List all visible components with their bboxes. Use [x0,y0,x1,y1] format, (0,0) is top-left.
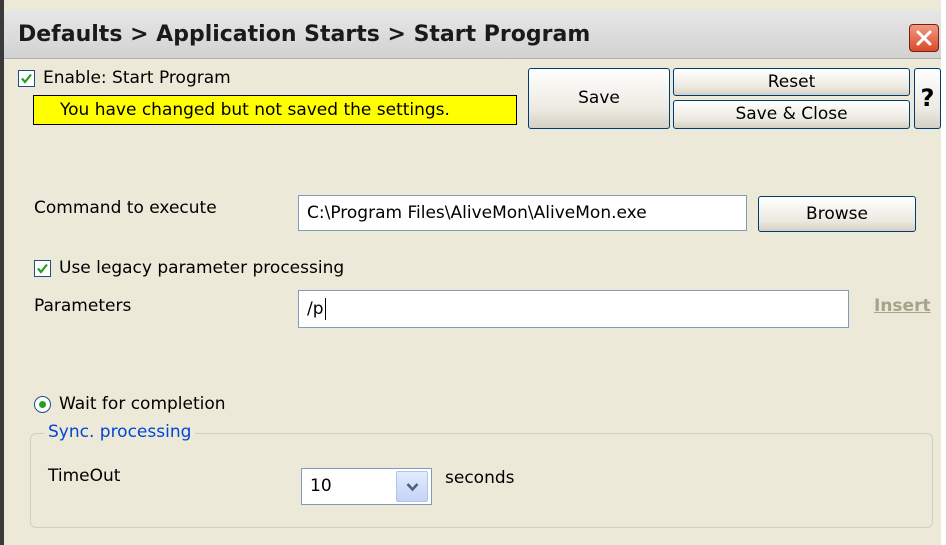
reset-button[interactable]: Reset [673,68,910,96]
chevron-down-icon [406,483,419,492]
timeout-value: 10 [310,476,332,496]
parameters-label: Parameters [34,296,132,316]
insert-link[interactable]: Insert [874,296,931,316]
wait-label: Wait for completion [59,394,226,414]
window-left-border [0,0,4,545]
parameters-input[interactable]: /p [298,290,849,328]
window-title: Defaults > Application Starts > Start Pr… [18,22,591,47]
close-icon [916,30,932,46]
wait-for-completion-option[interactable]: Wait for completion [34,392,226,416]
timeout-select[interactable]: 10 [301,468,432,505]
parameters-value: /p [307,299,324,319]
browse-button[interactable]: Browse [758,196,916,232]
window-right-edge [941,0,946,545]
sync-processing-legend: Sync. processing [44,422,196,442]
wait-radio[interactable] [34,395,51,413]
save-button[interactable]: Save [528,68,670,129]
save-close-button[interactable]: Save & Close [673,100,910,129]
help-button[interactable]: ? [914,68,941,129]
check-icon [37,263,48,274]
seconds-label: seconds [445,468,515,488]
legacy-checkbox[interactable] [34,259,51,277]
title-bar: Defaults > Application Starts > Start Pr… [4,10,941,59]
unsaved-warning: You have changed but not saved the setti… [33,95,517,125]
legacy-parameter-option[interactable]: Use legacy parameter processing [34,256,344,280]
close-button[interactable] [909,24,939,52]
command-label: Command to execute [34,198,217,218]
timeout-dropdown-button[interactable] [396,471,428,502]
timeout-label: TimeOut [48,466,121,486]
dialog-window: Defaults > Application Starts > Start Pr… [0,0,946,545]
command-input[interactable]: C:\Program Files\AliveMon\AliveMon.exe [298,195,747,231]
enable-start-program[interactable]: Enable: Start Program [18,66,231,90]
enable-checkbox[interactable] [18,69,35,87]
text-caret [324,298,326,320]
legacy-label: Use legacy parameter processing [59,258,345,278]
enable-label: Enable: Start Program [43,68,231,88]
radio-selected-dot [39,400,46,408]
check-icon [21,73,32,84]
